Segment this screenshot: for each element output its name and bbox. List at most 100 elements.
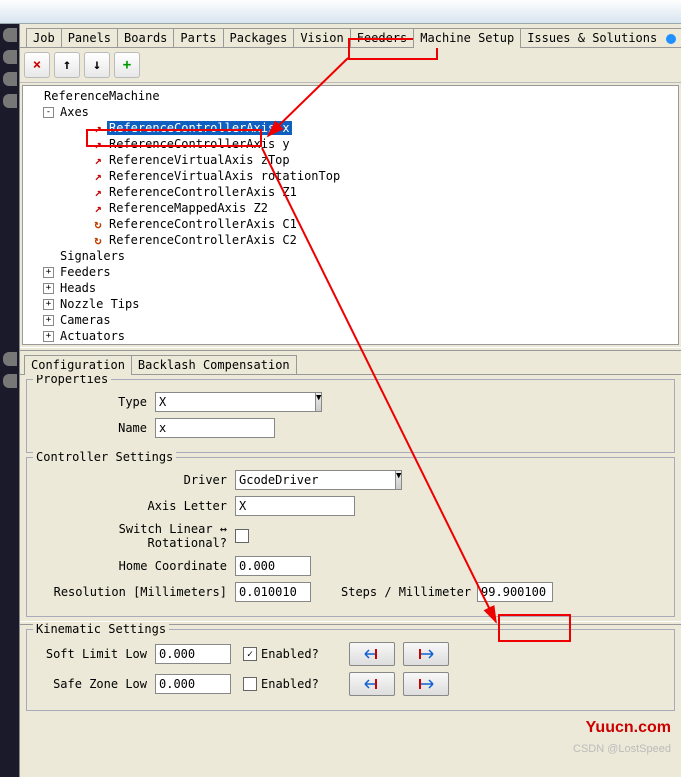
controller-legend: Controller Settings (33, 450, 176, 464)
axis-label: ReferenceControllerAxis Z1 (107, 185, 299, 199)
tree-item[interactable]: +Actuators (23, 328, 678, 344)
tab-vision[interactable]: Vision (293, 28, 350, 47)
tree-item[interactable]: + Cameras (23, 312, 678, 328)
soft-low-label: Soft Limit Low (35, 647, 155, 661)
axis-letter-input[interactable] (235, 496, 355, 516)
tree-axes[interactable]: Axes (58, 105, 91, 119)
move-down-button[interactable]: ↓ (84, 52, 110, 78)
expand-icon[interactable]: + (43, 267, 54, 278)
tree-item[interactable]: + Feeders (23, 264, 678, 280)
tab-packages[interactable]: Packages (223, 28, 295, 47)
tab-feeders[interactable]: Feeders (350, 28, 415, 47)
tree-axis-item[interactable]: ↻ReferenceControllerAxis C2 (23, 232, 678, 248)
axis-label: ReferenceControllerAxis y (107, 137, 292, 151)
tab-job[interactable]: Job (26, 28, 62, 47)
expand-icon[interactable]: + (43, 331, 54, 342)
home-input[interactable] (235, 556, 311, 576)
resolution-label: Resolution [Millimeters] (35, 585, 235, 599)
main-tabs: JobPanelsBoardsPartsPackagesVisionFeeder… (20, 24, 681, 48)
enabled-label-2: Enabled? (261, 677, 319, 691)
driver-label: Driver (35, 473, 235, 487)
capture-button-2[interactable] (349, 672, 395, 696)
tree-axis-item[interactable]: ↗ReferenceControllerAxis Z1 (23, 184, 678, 200)
kinematic-legend: Kinematic Settings (33, 622, 169, 636)
tree-axis-item[interactable]: ↗ReferenceMappedAxis Z2 (23, 200, 678, 216)
axis-label: ReferenceControllerAxis C1 (107, 217, 299, 231)
type-combo[interactable]: ▼ (155, 392, 243, 412)
tree-axis-item[interactable]: ↗ReferenceVirtualAxis rotationTop (23, 168, 678, 184)
name-input[interactable] (155, 418, 275, 438)
soft-low-enabled-checkbox[interactable]: ✓ (243, 647, 257, 661)
tree-label: Feeders (58, 265, 113, 279)
tab-parts[interactable]: Parts (173, 28, 223, 47)
expand-icon[interactable]: - (43, 107, 54, 118)
delete-button[interactable]: × (24, 52, 50, 78)
capture-button-1[interactable] (349, 642, 395, 666)
expand-icon[interactable]: + (43, 299, 54, 310)
switch-checkbox[interactable] (235, 529, 249, 543)
tree-item[interactable]: +Drivers (23, 344, 678, 345)
enabled-label: Enabled? (261, 647, 319, 661)
tab-boards[interactable]: Boards (117, 28, 174, 47)
subtab-backlash-compensation[interactable]: Backlash Compensation (131, 355, 297, 374)
properties-group: Properties Type ▼ Name (26, 379, 675, 453)
controller-group: Controller Settings Driver ▼ Axis Letter… (26, 457, 675, 617)
axis-label: ReferenceVirtualAxis zTop (107, 153, 292, 167)
move-up-button[interactable]: ↑ (54, 52, 80, 78)
chevron-down-icon[interactable]: ▼ (316, 392, 322, 412)
expand-icon[interactable]: + (43, 315, 54, 326)
goto-button-2[interactable] (403, 672, 449, 696)
window-titlebar (0, 0, 681, 24)
tab-issues-solutions[interactable]: Issues & Solutions (520, 28, 681, 47)
tab-panels[interactable]: Panels (61, 28, 118, 47)
type-label: Type (35, 395, 155, 409)
switch-label: Switch Linear ↔ Rotational? (35, 522, 235, 550)
tree-axis-item[interactable]: ↻ReferenceControllerAxis C1 (23, 216, 678, 232)
tree-label: Nozzle Tips (58, 297, 141, 311)
axis-icon: ↗ (91, 201, 105, 215)
tree-toolbar: × ↑ ↓ + (20, 48, 681, 83)
subtab-configuration[interactable]: Configuration (24, 355, 132, 375)
tree-label: Heads (58, 281, 98, 295)
resolution-input[interactable] (235, 582, 311, 602)
properties-legend: Properties (33, 375, 111, 386)
tree-axis-item[interactable]: ↗ReferenceVirtualAxis zTop (23, 152, 678, 168)
kinematic-group: Kinematic Settings Soft Limit Low ✓ Enab… (26, 629, 675, 711)
tree-signalers[interactable]: Signalers (58, 249, 127, 263)
tree-root[interactable]: ReferenceMachine (42, 89, 162, 103)
add-button[interactable]: + (114, 52, 140, 78)
status-dot-icon (666, 34, 676, 44)
soft-low-input[interactable] (155, 644, 231, 664)
axis-icon: ↗ (91, 137, 105, 151)
tree-item[interactable]: + Heads (23, 280, 678, 296)
driver-combo[interactable]: ▼ (235, 470, 331, 490)
axis-label: ReferenceVirtualAxis rotationTop (107, 169, 342, 183)
steps-label: Steps / Millimeter (341, 585, 471, 599)
detail-panel: Properties Type ▼ Name Controller Settin… (20, 375, 681, 777)
axis-icon: ↻ (91, 233, 105, 247)
axis-label: ReferenceMappedAxis Z2 (107, 201, 270, 215)
detail-tabs: ConfigurationBacklash Compensation (20, 351, 681, 375)
safe-low-label: Safe Zone Low (35, 677, 155, 691)
machine-tree[interactable]: ReferenceMachine -Axes ↗ReferenceControl… (22, 85, 679, 345)
goto-button-1[interactable] (403, 642, 449, 666)
tree-axis-item[interactable]: ↗ReferenceControllerAxis x (23, 120, 678, 136)
axis-icon: ↗ (91, 169, 105, 183)
chevron-down-icon[interactable]: ▼ (396, 470, 402, 490)
tab-machine-setup[interactable]: Machine Setup (413, 28, 521, 48)
steps-input[interactable] (477, 582, 553, 602)
tree-axis-item[interactable]: ↗ReferenceControllerAxis y (23, 136, 678, 152)
axis-label: ReferenceControllerAxis x (107, 121, 292, 135)
watermark-2: CSDN @LostSpeed (573, 743, 671, 755)
watermark: Yuucn.com (586, 719, 671, 737)
tree-item[interactable]: + Nozzle Tips (23, 296, 678, 312)
axis-letter-label: Axis Letter (35, 499, 235, 513)
safe-low-input[interactable] (155, 674, 231, 694)
driver-input[interactable] (235, 470, 396, 490)
type-input[interactable] (155, 392, 316, 412)
safe-low-enabled-checkbox[interactable] (243, 677, 257, 691)
tree-label: Cameras (58, 313, 113, 327)
left-dock (0, 24, 20, 777)
expand-icon[interactable]: + (43, 283, 54, 294)
axis-icon: ↗ (91, 153, 105, 167)
